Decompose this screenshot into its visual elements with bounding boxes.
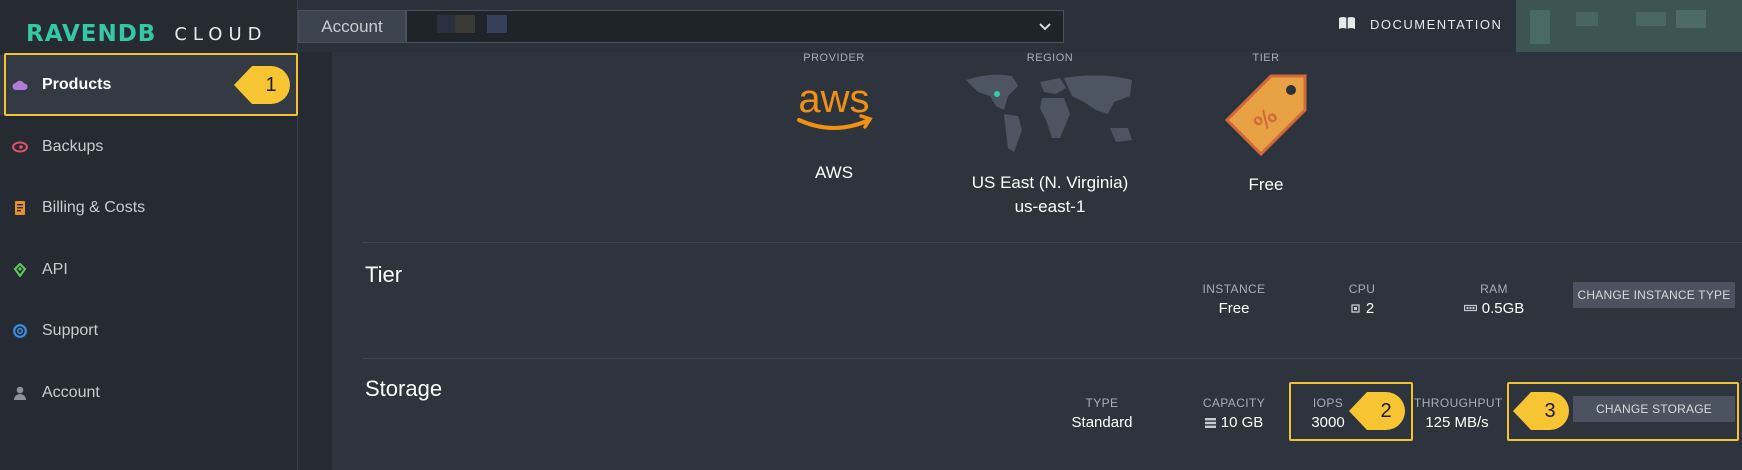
user-menu[interactable] [1516,0,1742,52]
capacity-label: CAPACITY [1202,396,1266,410]
storage-type-spec: TYPE Standard [1062,396,1142,431]
ram-icon [1463,304,1477,312]
redacted-block [455,15,475,33]
sidebar-item-label: API [42,261,68,278]
change-instance-type-button[interactable]: CHANGE INSTANCE TYPE [1573,282,1735,308]
world-map-icon [966,74,1132,152]
cpu-value: 2 [1365,300,1375,317]
price-tag-icon: % [1224,74,1307,157]
throughput-value: 125 MB/s [1425,414,1489,431]
aws-logo-icon: aws [797,77,873,130]
capacity-spec: CAPACITY 10 GB [1196,396,1272,431]
logo[interactable]: RAVENDB CLOUD [26,14,268,54]
sidebar-item-api[interactable]: API [0,240,298,300]
svg-text:aws: aws [798,77,869,121]
billing-icon [12,200,28,216]
chevron-down-icon [1039,23,1051,31]
provider-value: AWS [814,163,854,182]
top-bar: Account DOCUMENTATION [298,0,1742,52]
cpu-icon [1351,304,1360,313]
provider-label: PROVIDER [803,52,865,64]
sidebar-item-account[interactable]: Account [0,363,298,423]
sidebar-item-label: Billing & Costs [42,199,146,216]
storage-section-title: Storage [365,376,443,401]
account-select[interactable] [406,10,1064,43]
tier-value: Free [1248,175,1284,194]
logo-brand: RAVENDB [26,21,157,47]
tier-label: TIER [1252,52,1280,64]
sidebar-item-backups[interactable]: Backups [0,117,298,177]
storage-icon [1204,417,1216,428]
region-value: US East (N. Virginia) [971,173,1129,192]
sidebar-item-label: Backups [42,138,104,155]
cpu-spec: CPU 2 [1330,282,1394,317]
callout-marker-2: 2 [1349,392,1405,430]
storage-type-value: Standard [1071,414,1133,431]
support-icon [12,323,28,339]
content-gutter [298,52,332,470]
ram-label: RAM [1480,282,1508,296]
logo-suffix: CLOUD [174,23,268,45]
cpu-label: CPU [1348,282,1376,296]
section-divider [362,358,1742,359]
callout-marker-3: 3 [1513,392,1569,430]
instance-value: Free [1218,300,1250,317]
app-root: RAVENDB CLOUD Products Backups Billing &… [0,0,1742,470]
throughput-label: THROUGHPUT [1414,396,1503,410]
capacity-value: 10 GB [1220,414,1264,431]
sidebar-item-billing[interactable]: Billing & Costs [0,178,298,238]
sidebar-item-support[interactable]: Support [0,301,298,361]
account-tab[interactable]: Account [298,10,406,43]
region-label: REGION [1026,52,1074,64]
throughput-spec: THROUGHPUT 125 MB/s [1414,396,1503,431]
region-code: us-east-1 [1014,197,1086,216]
backup-icon [12,139,28,155]
tier-section-title: Tier [365,262,403,287]
ram-spec: RAM 0.5GB [1454,282,1534,317]
sidebar-item-label: Account [42,384,100,401]
api-icon [12,262,28,278]
section-divider [362,242,1742,243]
user-icon [12,385,28,401]
book-icon [1338,16,1356,33]
redacted-block [487,15,507,33]
documentation-link[interactable]: DOCUMENTATION [1338,16,1502,33]
tier-column: TIER % Free [1220,52,1312,195]
provider-column: PROVIDER aws AWS [790,52,878,183]
sidebar: RAVENDB CLOUD Products Backups Billing &… [0,0,298,470]
instance-spec: INSTANCE Free [1196,282,1272,317]
documentation-label: DOCUMENTATION [1370,17,1503,32]
region-column: REGION US East (N. Virginia) us-east-1 [960,52,1140,217]
instance-label: INSTANCE [1202,282,1266,296]
redacted-block [437,15,455,33]
callout-marker-1: 1 [234,66,290,104]
sidebar-item-label: Support [42,322,99,339]
ram-value: 0.5GB [1481,300,1525,317]
storage-type-label: TYPE [1085,396,1119,410]
